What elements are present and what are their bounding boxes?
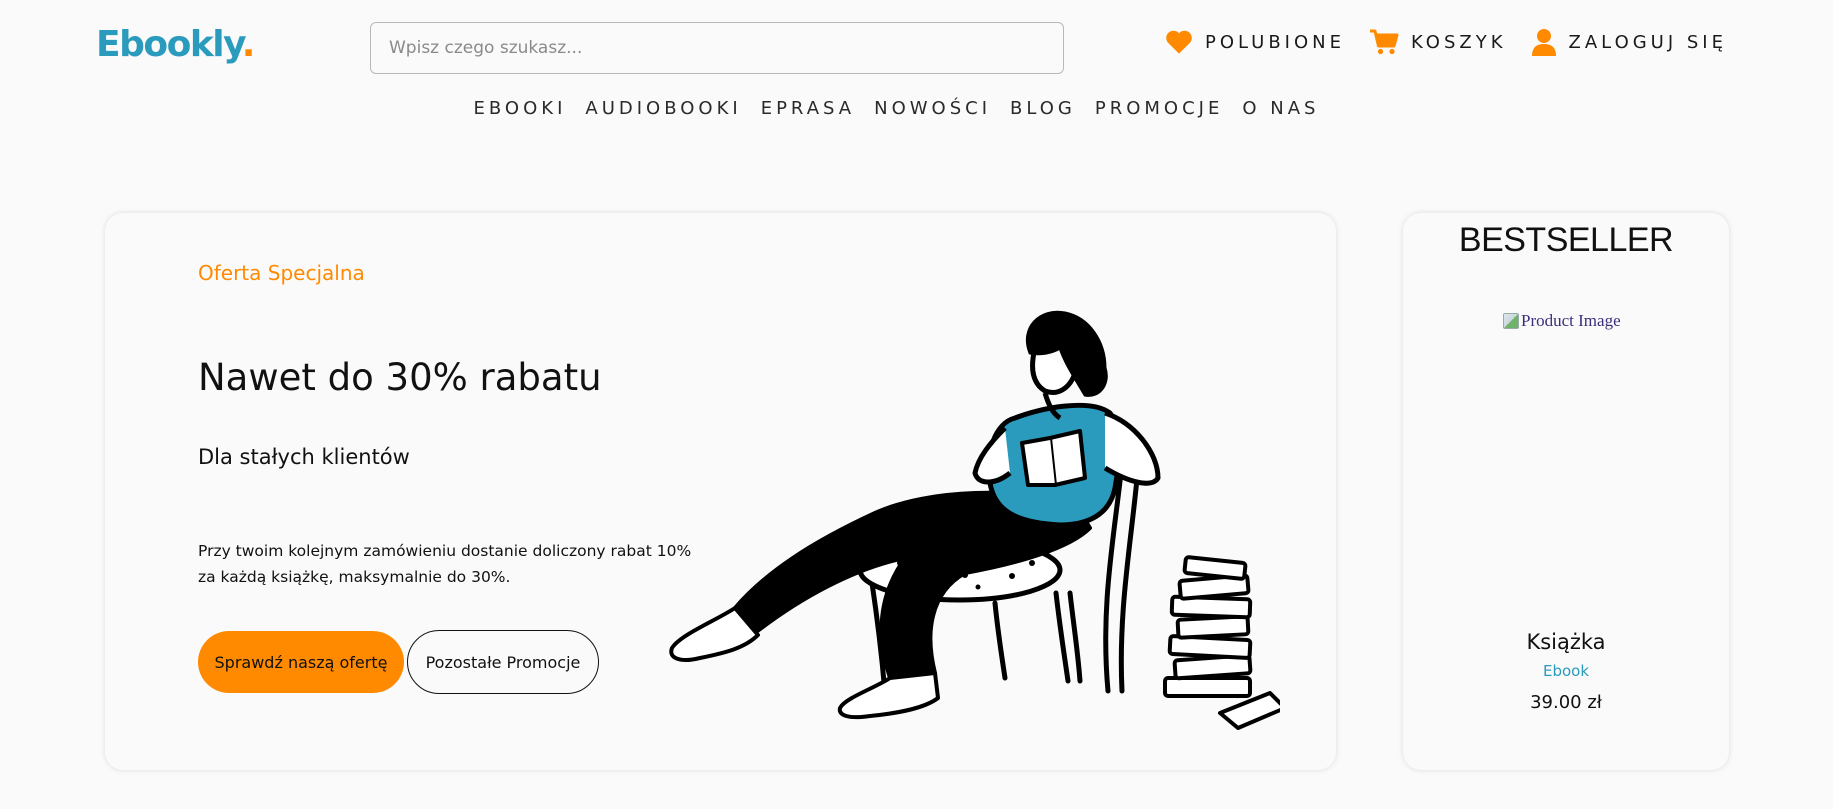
other-promotions-button[interactable]: Pozostałe Promocje xyxy=(407,630,599,694)
promo-card: Oferta Specjalna Nawet do 30% rabatu Dla… xyxy=(105,213,1336,770)
cart-link[interactable]: KOSZYK xyxy=(1369,28,1507,56)
logo-dot: . xyxy=(241,24,256,65)
nav-item-o-nas[interactable]: O NAS xyxy=(1242,98,1319,119)
promo-description: Przy twoim kolejnym zamówieniu dostanie … xyxy=(198,542,692,586)
product-title[interactable]: Książka xyxy=(1403,630,1729,654)
header-actions: POLUBIONE KOSZYK ZALOGUJ SIĘ xyxy=(1165,28,1727,56)
bestseller-card: BESTSELLER Product Image Książka Ebook 3… xyxy=(1403,213,1729,770)
login-label: ZALOGUJ SIĘ xyxy=(1568,31,1727,53)
promo-subtitle: Dla stałych klientów xyxy=(198,445,410,469)
nav-item-promocje[interactable]: PROMOCJE xyxy=(1095,98,1223,119)
login-link[interactable]: ZALOGUJ SIĘ xyxy=(1531,28,1727,56)
main-nav: EBOOKI AUDIOBOOKI EPRASA NOWOŚCI BLOG PR… xyxy=(0,98,1833,119)
bestseller-heading: BESTSELLER xyxy=(1458,221,1674,259)
nav-item-blog[interactable]: BLOG xyxy=(1010,98,1076,119)
product-price: 39.00 zł xyxy=(1530,692,1602,713)
promo-title: Nawet do 30% rabatu xyxy=(198,356,602,399)
nav-item-audiobooki[interactable]: AUDIOBOOKI xyxy=(585,98,741,119)
search-input[interactable] xyxy=(370,22,1064,74)
nav-item-eprasa[interactable]: EPRASA xyxy=(761,98,855,119)
favorites-label: POLUBIONE xyxy=(1204,31,1345,53)
logo-text: Ebookly xyxy=(96,24,243,65)
person-reading-illustration xyxy=(669,310,1280,730)
promo-eyebrow: Oferta Specjalna xyxy=(198,261,365,285)
nav-item-ebooki[interactable]: EBOOKI xyxy=(474,98,567,119)
heart-icon xyxy=(1165,29,1193,55)
product-image-alt: Product Image xyxy=(1521,311,1621,330)
broken-image-icon xyxy=(1503,313,1519,329)
favorites-link[interactable]: POLUBIONE xyxy=(1165,29,1345,55)
check-offer-button[interactable]: Sprawdź naszą ofertę xyxy=(198,631,404,693)
brand-logo[interactable]: Ebookly. xyxy=(96,24,256,65)
cart-icon xyxy=(1369,28,1399,56)
nav-item-nowosci[interactable]: NOWOŚCI xyxy=(874,98,991,119)
product-type: Ebook xyxy=(1542,662,1590,680)
cart-label: KOSZYK xyxy=(1410,31,1507,53)
product-image[interactable]: Product Image xyxy=(1503,311,1621,331)
user-icon xyxy=(1531,28,1557,56)
